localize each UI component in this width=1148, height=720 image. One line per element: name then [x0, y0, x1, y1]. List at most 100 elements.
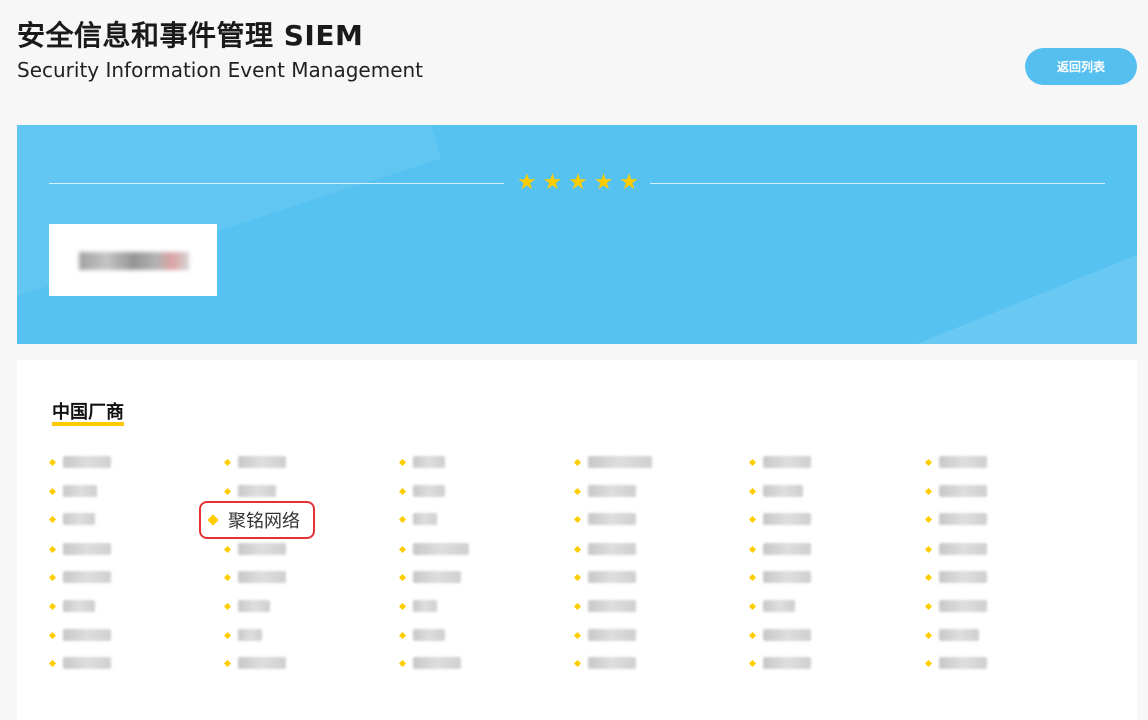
vendor-name-blurred — [238, 657, 286, 669]
diamond-bullet-icon — [573, 515, 582, 523]
vendor-name-blurred — [238, 485, 276, 497]
diamond-bullet-icon — [48, 458, 57, 466]
vendor-name-blurred — [588, 629, 636, 641]
vendor-item[interactable] — [223, 481, 276, 501]
diamond-bullet-icon — [748, 631, 757, 639]
diamond-bullet-icon — [748, 515, 757, 523]
diamond-bullet-icon — [398, 545, 407, 553]
diamond-bullet-icon — [48, 659, 57, 667]
star-icon: ★ — [542, 170, 563, 195]
vendor-name-blurred — [939, 456, 987, 468]
vendor-item[interactable] — [573, 567, 636, 587]
vendor-item[interactable] — [924, 509, 987, 529]
divider-right — [650, 183, 1105, 184]
vendor-item[interactable] — [398, 509, 437, 529]
vendor-item[interactable] — [48, 509, 95, 529]
star-icon: ★ — [568, 170, 588, 195]
vendor-name-blurred — [63, 485, 97, 497]
vendor-name-blurred — [63, 513, 95, 525]
diamond-bullet-icon — [207, 514, 219, 526]
vendor-item[interactable] — [48, 653, 111, 673]
vendor-item[interactable] — [748, 567, 811, 587]
diamond-bullet-icon — [748, 458, 757, 466]
vendor-item[interactable] — [924, 567, 987, 587]
page-title: 安全信息和事件管理 SIEM — [17, 19, 364, 52]
vendor-item[interactable] — [573, 625, 636, 645]
vendor-name-blurred — [588, 600, 636, 612]
diamond-bullet-icon — [748, 487, 757, 495]
vendor-name-blurred — [63, 629, 111, 641]
vendor-item[interactable] — [48, 596, 95, 616]
vendor-item[interactable] — [398, 481, 445, 501]
vendor-item[interactable] — [573, 509, 636, 529]
vendor-item[interactable] — [48, 539, 111, 559]
vendor-item[interactable] — [924, 596, 987, 616]
vendor-item[interactable] — [748, 452, 811, 472]
vendor-item[interactable] — [223, 653, 286, 673]
vendor-item[interactable] — [223, 452, 286, 472]
vendor-item[interactable] — [924, 539, 987, 559]
vendor-item[interactable] — [48, 625, 111, 645]
banner-shade — [874, 203, 1137, 344]
vendor-item[interactable] — [48, 567, 111, 587]
vendor-item[interactable] — [398, 625, 445, 645]
vendor-item[interactable] — [573, 481, 636, 501]
vendor-name-blurred — [238, 600, 270, 612]
vendor-item[interactable] — [223, 625, 262, 645]
diamond-bullet-icon — [398, 573, 407, 581]
vendor-item[interactable] — [398, 567, 461, 587]
diamond-bullet-icon — [573, 573, 582, 581]
vendor-name-blurred — [63, 657, 111, 669]
vendor-name-blurred — [413, 657, 461, 669]
vendor-item[interactable] — [924, 481, 987, 501]
star-icon: ★ — [593, 170, 614, 195]
diamond-bullet-icon — [924, 515, 933, 523]
diamond-bullet-icon — [48, 487, 57, 495]
diamond-bullet-icon — [398, 487, 407, 495]
vendor-item[interactable] — [223, 567, 286, 587]
vendor-item[interactable] — [398, 596, 437, 616]
diamond-bullet-icon — [398, 458, 407, 466]
vendor-item[interactable] — [48, 481, 97, 501]
vendor-item[interactable] — [924, 653, 987, 673]
vendor-item[interactable] — [398, 452, 445, 472]
vendor-item[interactable] — [748, 539, 811, 559]
back-to-list-button[interactable]: 返回列表 — [1025, 48, 1137, 85]
vendor-item[interactable] — [924, 625, 979, 645]
vendor-item[interactable] — [223, 596, 270, 616]
diamond-bullet-icon — [924, 602, 933, 610]
vendor-name-blurred — [763, 513, 811, 525]
diamond-bullet-icon — [223, 659, 232, 667]
vendor-name-blurred — [588, 543, 636, 555]
vendor-item[interactable] — [748, 481, 803, 501]
diamond-bullet-icon — [223, 631, 232, 639]
vendor-name-blurred — [413, 456, 445, 468]
diamond-bullet-icon — [924, 545, 933, 553]
vendor-item[interactable] — [748, 653, 811, 673]
section-title-text: 中国厂商 — [52, 402, 124, 423]
vendor-name-blurred — [939, 600, 987, 612]
vendor-item[interactable] — [48, 452, 111, 472]
diamond-bullet-icon — [398, 659, 407, 667]
vendor-item[interactable] — [573, 452, 652, 472]
vendor-name-blurred — [763, 543, 811, 555]
vendor-item[interactable] — [748, 596, 795, 616]
vendor-item[interactable] — [748, 509, 811, 529]
vendor-item[interactable] — [573, 653, 636, 673]
vendor-item[interactable] — [398, 539, 469, 559]
diamond-bullet-icon — [573, 659, 582, 667]
diamond-bullet-icon — [748, 545, 757, 553]
vendor-item[interactable] — [573, 539, 636, 559]
vendor-item[interactable] — [223, 539, 286, 559]
vendor-item[interactable] — [398, 653, 461, 673]
diamond-bullet-icon — [398, 515, 407, 523]
vendor-item-highlighted[interactable]: 聚铭网络 — [199, 501, 315, 539]
vendor-item[interactable] — [924, 452, 987, 472]
diamond-bullet-icon — [748, 602, 757, 610]
diamond-bullet-icon — [48, 515, 57, 523]
vendor-item[interactable] — [748, 625, 811, 645]
vendor-item[interactable] — [573, 596, 636, 616]
star-icon: ★ — [517, 170, 537, 195]
vendor-name-blurred — [763, 456, 811, 468]
vendor-name-blurred — [763, 657, 811, 669]
